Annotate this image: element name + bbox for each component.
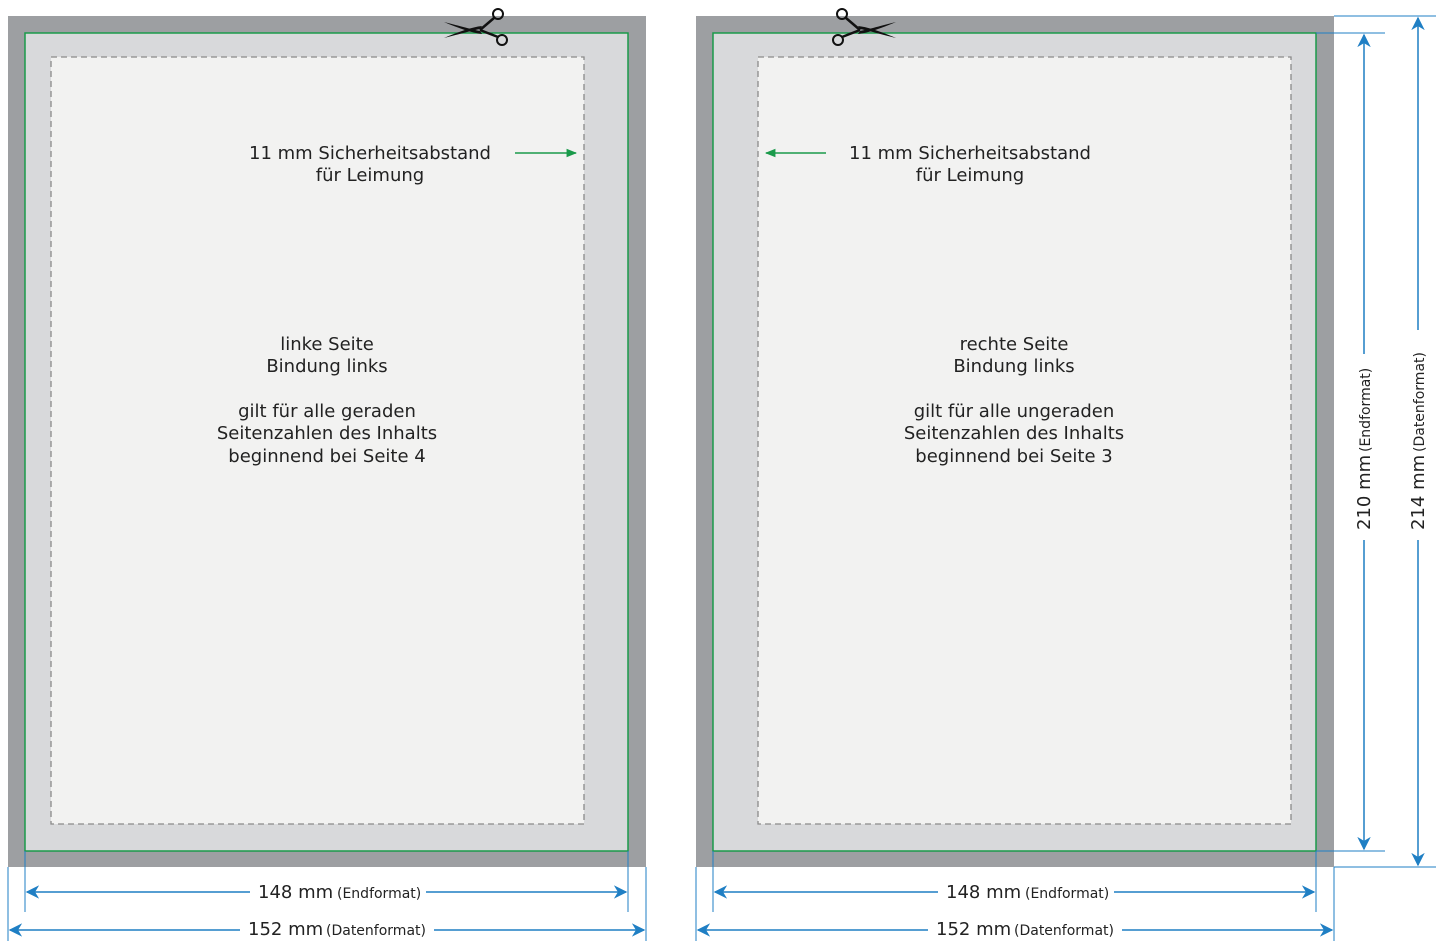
- right-width-data-unit: (Datenformat): [1014, 923, 1114, 939]
- right-safety-text-2: für Leimung: [916, 165, 1024, 186]
- right-label-line-1: rechte Seite: [960, 334, 1069, 355]
- left-width-end-unit: (Endformat): [337, 886, 421, 902]
- right-height-data-unit: (Datenformat): [1412, 352, 1428, 452]
- left-width-data-value: 152 mm: [248, 919, 323, 940]
- right-height-end-unit: (Endformat): [1358, 368, 1374, 452]
- left-safety-text-1: 11 mm Sicherheitsabstand: [249, 143, 491, 164]
- left-label-line-2: Bindung links: [266, 356, 387, 377]
- left-width-data-unit: (Datenformat): [326, 923, 426, 939]
- right-label-line-5: beginnend bei Seite 3: [915, 446, 1112, 467]
- right-height-end-value: 210 mm: [1354, 455, 1375, 530]
- right-width-end-value: 148 mm: [946, 882, 1021, 903]
- left-page: 11 mm Sicherheitsabstand für Leimung lin…: [7, 8, 647, 942]
- left-label-line-3: gilt für alle geraden: [238, 401, 416, 422]
- right-label-line-2: Bindung links: [953, 356, 1074, 377]
- right-label-line-3: gilt für alle ungeraden: [914, 401, 1115, 422]
- right-label-line-4: Seitenzahlen des Inhalts: [904, 423, 1124, 444]
- left-label-line-1: linke Seite: [280, 334, 374, 355]
- right-width-end-unit: (Endformat): [1025, 886, 1109, 902]
- left-label-line-4: Seitenzahlen des Inhalts: [217, 423, 437, 444]
- left-safety-text-2: für Leimung: [316, 165, 424, 186]
- right-safety-text-1: 11 mm Sicherheitsabstand: [849, 143, 1091, 164]
- right-page: 11 mm Sicherheitsabstand für Leimung rec…: [695, 8, 1436, 942]
- right-height-data-value: 214 mm: [1408, 455, 1429, 530]
- left-width-end-value: 148 mm: [258, 882, 333, 903]
- left-label-line-5: beginnend bei Seite 4: [228, 446, 425, 467]
- right-width-data-value: 152 mm: [936, 919, 1011, 940]
